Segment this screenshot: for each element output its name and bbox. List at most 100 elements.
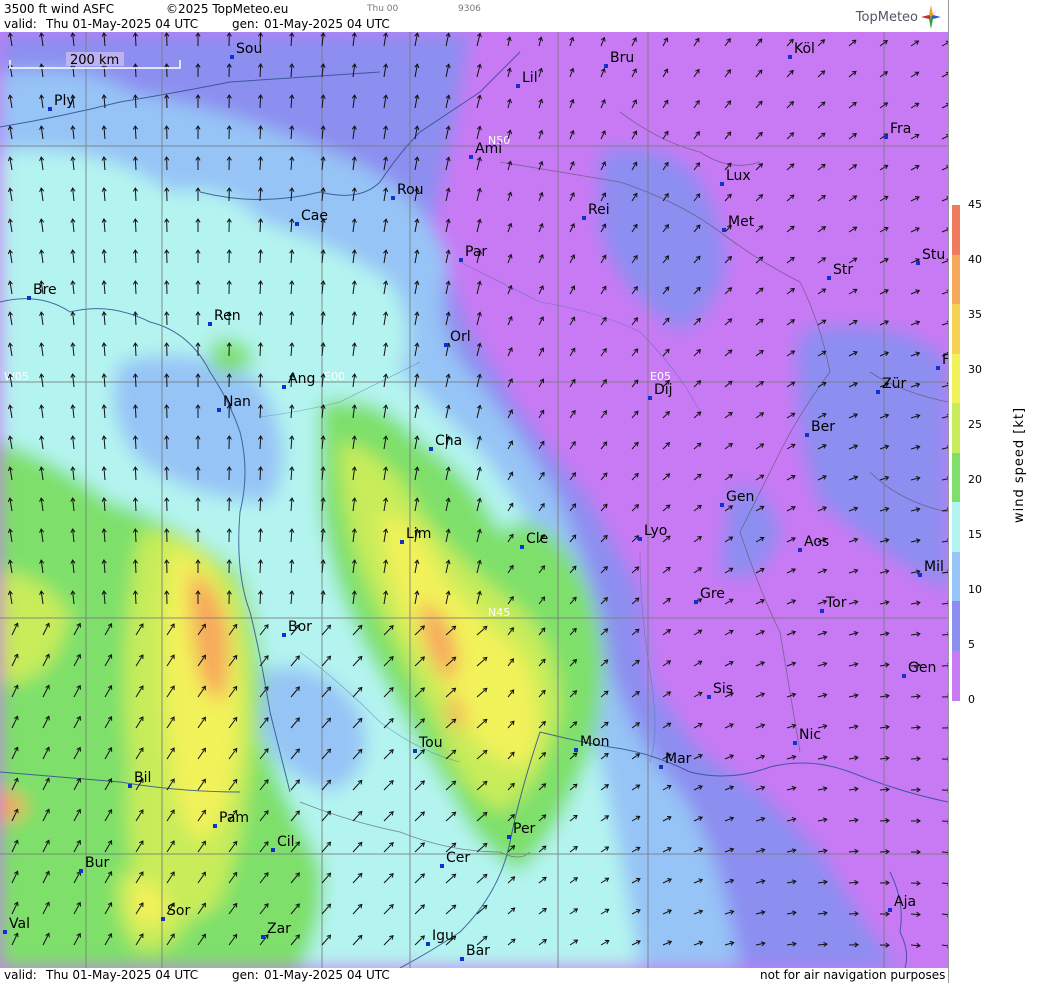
city-dot [161,917,165,921]
legend-swatch [952,601,960,651]
wind-arrow-shaft [259,373,262,388]
city-dot [793,741,797,745]
city-label: Par [465,244,487,260]
city-label: Mar [665,751,692,767]
wind-arrow-shaft [259,590,262,605]
city-marker: Pam [213,810,249,828]
city-dot [827,276,831,280]
city-label: Str [833,262,853,278]
wind-arrow-shaft [259,187,262,202]
city-dot [638,537,642,541]
city-dot [507,835,511,839]
valid-label: valid: [4,17,37,31]
legend-swatch [952,304,960,354]
city-dot [48,107,52,111]
city-dot [694,600,698,604]
wind-arrow-shaft [134,373,137,388]
wind-arrow-shaft [134,559,137,574]
city-label: Lil [522,70,538,86]
city-dot [261,935,265,939]
legend-tick-label: 20 [968,473,982,486]
wind-arrow-shaft [134,156,137,171]
city-label: Ami [475,141,502,157]
city-dot [722,228,726,232]
city-label: Sou [236,41,262,57]
city-dot [659,765,663,769]
city-label: Gen [726,489,754,505]
legend-swatch [952,353,960,404]
footer-gen-label: gen: [232,968,259,982]
wind-arrow-shaft [259,94,262,109]
city-dot [459,258,463,262]
city-dot [788,55,792,59]
wind-arrow-shaft [259,311,262,326]
city-dot [884,135,888,139]
city-label: Sis [713,681,733,697]
wind-arrow-shaft [259,528,262,543]
city-label: Stu [922,247,945,263]
city-marker: Mon [574,734,610,752]
city-label: Per [513,821,536,837]
topmeteo-logo: TopMeteo [856,4,942,30]
city-dot [27,296,31,300]
wind-arrow-shaft [259,280,262,295]
wind-arrow-shaft [259,63,262,78]
city-label: Lux [726,168,751,184]
wind-arrow-shaft [134,466,137,481]
city-dot [444,343,448,347]
map-footer: valid: Thu 01-May-2025 04 UTC gen: 01-Ma… [0,968,948,983]
city-label: Bil [134,770,151,786]
wind-arrow-shaft [134,590,137,605]
city-label: Cle [526,531,548,547]
wind-arrow-shaft [134,528,137,543]
legend-swatch [952,502,960,552]
grid-label-w05: W05 [4,370,29,383]
city-label: Tou [418,735,443,751]
city-label: Gre [700,586,725,602]
city-dot [648,396,652,400]
city-label: Ang [288,371,315,387]
wind-arrow-shaft [134,187,137,202]
footer-disclaimer: not for air navigation purposes [760,968,946,982]
grid-label-n45: N45 [488,606,510,619]
city-label: Cha [435,433,462,449]
legend-swatch [952,551,960,602]
legend-tick-label: 45 [968,198,982,211]
city-dot [460,957,464,961]
city-label: Val [9,916,30,932]
city-label: Nic [799,727,821,743]
wind-arrow-shaft [259,125,262,140]
city-dot [902,674,906,678]
map-title: 3500 ft wind ASFC [4,2,115,16]
city-dot [720,503,724,507]
city-label: Gen [908,660,936,676]
city-label: Sor [167,903,190,919]
city-label: Cil [277,834,295,850]
wind-arrow-shaft [134,497,137,512]
scale-bar-label: 200 km [70,53,119,68]
wind-arrow-shaft [259,156,262,171]
city-dot [707,695,711,699]
city-dot [429,447,433,451]
city-marker: Gen [902,660,936,678]
valid-value: Thu 01-May-2025 04 UTC [46,17,199,31]
legend-title: wind speed [kt] [1012,406,1027,523]
wind-arrow-shaft [134,125,137,140]
city-dot [3,930,7,934]
legend-tick-label: 5 [968,638,975,651]
legend-tick-label: 0 [968,693,975,706]
legend-swatch [952,205,960,255]
run-code-text: 9306 [458,4,481,14]
legend-tick-label: 40 [968,253,982,266]
footer-valid-value: Thu 01-May-2025 04 UTC [46,968,199,982]
wind-arrow-shaft [259,218,262,233]
legend-tick-label: 35 [968,308,982,321]
city-label: Mil [924,559,944,575]
city-dot [391,196,395,200]
wind-arrow-shaft [134,249,137,264]
city-dot [876,390,880,394]
city-label: Lyo [644,523,667,539]
legend-tick-label: 15 [968,528,982,541]
legend-color-bar [952,205,960,701]
city-dot [820,609,824,613]
